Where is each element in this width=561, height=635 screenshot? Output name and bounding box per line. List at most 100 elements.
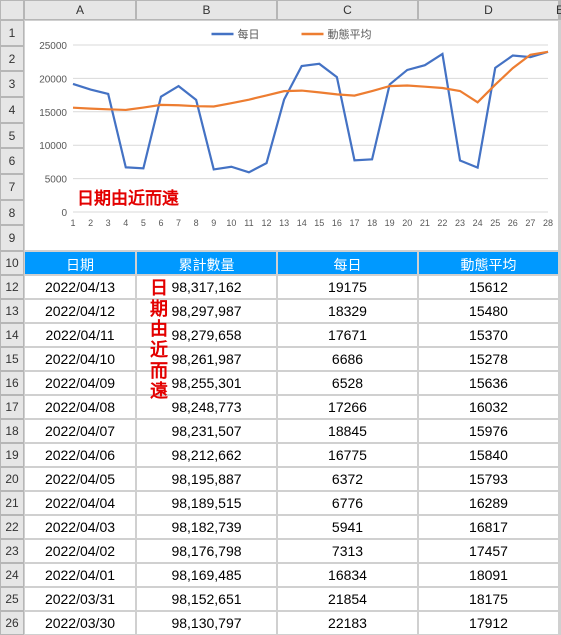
table-cell[interactable]: 2022/04/04 xyxy=(24,491,136,515)
row-header[interactable]: 20 xyxy=(0,467,24,491)
svg-text:12: 12 xyxy=(262,218,272,228)
row-header[interactable]: 4 xyxy=(0,97,24,123)
table-cell[interactable]: 16817 xyxy=(418,515,559,539)
row-header[interactable]: 15 xyxy=(0,347,24,371)
table-cell[interactable]: 2022/04/05 xyxy=(24,467,136,491)
table-cell[interactable]: 5941 xyxy=(277,515,418,539)
table-cell[interactable]: 6528 xyxy=(277,371,418,395)
chart[interactable]: 0500010000150002000025000123456789101112… xyxy=(24,20,559,251)
row-header[interactable]: 18 xyxy=(0,419,24,443)
row-header[interactable]: 21 xyxy=(0,491,24,515)
corner[interactable] xyxy=(0,0,24,20)
table-header[interactable]: 動態平均 xyxy=(418,251,559,275)
row-header[interactable]: 19 xyxy=(0,443,24,467)
table-cell[interactable]: 98,169,485 xyxy=(136,563,277,587)
table-cell[interactable]: 15840 xyxy=(418,443,559,467)
row-header[interactable]: 13 xyxy=(0,299,24,323)
table-cell[interactable]: 2022/04/06 xyxy=(24,443,136,467)
table-cell[interactable]: 18845 xyxy=(277,419,418,443)
table-cell[interactable]: 98,182,739 xyxy=(136,515,277,539)
row-header[interactable]: 22 xyxy=(0,515,24,539)
table-cell[interactable]: 2022/04/07 xyxy=(24,419,136,443)
table-cell[interactable]: 15636 xyxy=(418,371,559,395)
table-header[interactable]: 日期 xyxy=(24,251,136,275)
row-header[interactable]: 23 xyxy=(0,539,24,563)
table-cell[interactable]: 98,212,662 xyxy=(136,443,277,467)
row-header[interactable]: 1 xyxy=(0,20,24,46)
row-header[interactable]: 8 xyxy=(0,200,24,226)
table-cell[interactable]: 17671 xyxy=(277,323,418,347)
table-cell[interactable]: 2022/04/09 xyxy=(24,371,136,395)
row-header[interactable]: 7 xyxy=(0,174,24,200)
table-cell[interactable]: 2022/04/02 xyxy=(24,539,136,563)
table-cell[interactable]: 98,261,987 xyxy=(136,347,277,371)
row-header[interactable]: 14 xyxy=(0,323,24,347)
row-header[interactable]: 6 xyxy=(0,148,24,174)
table-cell[interactable]: 16775 xyxy=(277,443,418,467)
table-cell[interactable]: 98,189,515 xyxy=(136,491,277,515)
table-cell[interactable]: 17912 xyxy=(418,611,559,635)
table-cell[interactable]: 21854 xyxy=(277,587,418,611)
col-header-B[interactable]: B xyxy=(136,0,277,20)
row-header[interactable]: 17 xyxy=(0,395,24,419)
table-cell[interactable]: 18091 xyxy=(418,563,559,587)
col-header-A[interactable]: A xyxy=(24,0,136,20)
table-cell[interactable]: 2022/04/01 xyxy=(24,563,136,587)
row-header[interactable]: 9 xyxy=(0,225,24,251)
table-cell[interactable]: 2022/04/10 xyxy=(24,347,136,371)
svg-text:16: 16 xyxy=(332,218,342,228)
table-cell[interactable]: 15480 xyxy=(418,299,559,323)
table-cell[interactable]: 6686 xyxy=(277,347,418,371)
table-header[interactable]: 累計數量 xyxy=(136,251,277,275)
table-cell[interactable]: 98,195,887 xyxy=(136,467,277,491)
svg-text:10: 10 xyxy=(226,218,236,228)
row-header[interactable]: 2 xyxy=(0,46,24,72)
table-cell[interactable]: 98,317,162 xyxy=(136,275,277,299)
table-cell[interactable]: 98,231,507 xyxy=(136,419,277,443)
row-header[interactable]: 26 xyxy=(0,611,24,635)
row-header[interactable]: 10 xyxy=(0,251,24,275)
table-cell[interactable]: 98,255,301 xyxy=(136,371,277,395)
table-cell[interactable]: 22183 xyxy=(277,611,418,635)
table-cell[interactable]: 16289 xyxy=(418,491,559,515)
table-cell[interactable]: 15976 xyxy=(418,419,559,443)
row-header[interactable]: 12 xyxy=(0,275,24,299)
table-cell[interactable]: 98,130,797 xyxy=(136,611,277,635)
row-header[interactable]: 3 xyxy=(0,71,24,97)
svg-text:11: 11 xyxy=(244,218,253,228)
table-cell[interactable]: 6776 xyxy=(277,491,418,515)
table-cell[interactable]: 18329 xyxy=(277,299,418,323)
table-cell[interactable]: 98,152,651 xyxy=(136,587,277,611)
table-cell[interactable]: 2022/04/03 xyxy=(24,515,136,539)
table-cell[interactable]: 2022/04/13 xyxy=(24,275,136,299)
table-cell[interactable]: 2022/03/30 xyxy=(24,611,136,635)
row-header[interactable]: 24 xyxy=(0,563,24,587)
table-cell[interactable]: 6372 xyxy=(277,467,418,491)
table-cell[interactable]: 7313 xyxy=(277,539,418,563)
row-header[interactable]: 25 xyxy=(0,587,24,611)
svg-text:19: 19 xyxy=(385,218,395,228)
table-cell[interactable]: 15793 xyxy=(418,467,559,491)
table-cell[interactable]: 2022/03/31 xyxy=(24,587,136,611)
table-cell[interactable]: 2022/04/11 xyxy=(24,323,136,347)
table-cell[interactable]: 16032 xyxy=(418,395,559,419)
table-cell[interactable]: 15278 xyxy=(418,347,559,371)
row-header[interactable]: 5 xyxy=(0,123,24,149)
table-cell[interactable]: 15612 xyxy=(418,275,559,299)
table-cell[interactable]: 16834 xyxy=(277,563,418,587)
table-header[interactable]: 每日 xyxy=(277,251,418,275)
table-cell[interactable]: 98,176,798 xyxy=(136,539,277,563)
table-cell[interactable]: 17266 xyxy=(277,395,418,419)
table-cell[interactable]: 19175 xyxy=(277,275,418,299)
table-cell[interactable]: 98,248,773 xyxy=(136,395,277,419)
col-header-D[interactable]: D xyxy=(418,0,559,20)
col-header-C[interactable]: C xyxy=(277,0,418,20)
table-cell[interactable]: 17457 xyxy=(418,539,559,563)
table-cell[interactable]: 2022/04/08 xyxy=(24,395,136,419)
table-cell[interactable]: 15370 xyxy=(418,323,559,347)
table-cell[interactable]: 2022/04/12 xyxy=(24,299,136,323)
table-cell[interactable]: 98,279,658 xyxy=(136,323,277,347)
table-cell[interactable]: 98,297,987 xyxy=(136,299,277,323)
row-header[interactable]: 16 xyxy=(0,371,24,395)
table-cell[interactable]: 18175 xyxy=(418,587,559,611)
